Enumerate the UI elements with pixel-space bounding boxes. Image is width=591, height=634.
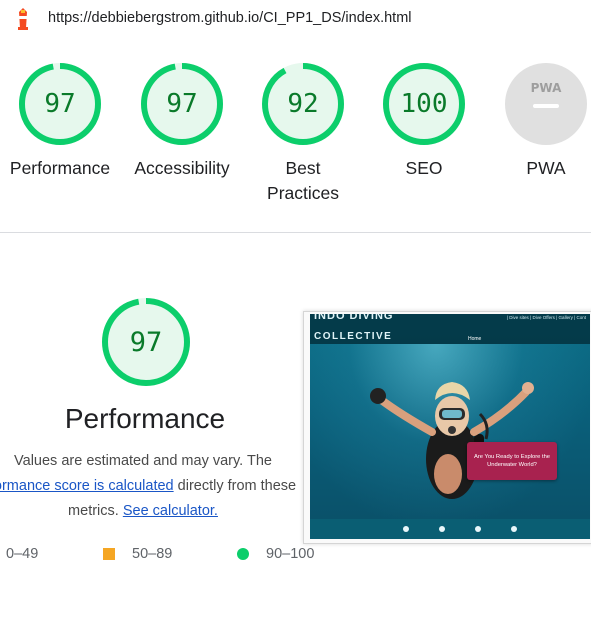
- page-url[interactable]: https://debbiebergstrom.github.io/CI_PP1…: [48, 10, 412, 26]
- pwa-gauge[interactable]: PWA: [504, 62, 588, 146]
- performance-gauge[interactable]: 97: [18, 62, 102, 146]
- section-divider: [0, 232, 591, 233]
- diver-figure: [370, 382, 534, 499]
- performance-description: Values are estimated and may vary. The f…: [0, 449, 318, 524]
- facebook-icon: [403, 526, 409, 532]
- description-line3: metrics. See calculator.: [0, 499, 318, 524]
- seo-score: 100: [400, 89, 448, 119]
- description-line3-text: metrics.: [68, 503, 123, 519]
- description-line2: formance score is calculated directly fr…: [0, 474, 318, 499]
- best-practices-label[interactable]: Best Practices: [238, 156, 368, 206]
- best-practices-gauge[interactable]: 92: [261, 62, 345, 146]
- twitter-icon: [439, 526, 445, 532]
- performance-big-gauge: 97: [101, 297, 191, 387]
- score-calculated-link[interactable]: formance score is calculated: [0, 478, 174, 494]
- accessibility-label[interactable]: Accessibility: [117, 156, 247, 181]
- youtube-icon: [475, 526, 481, 532]
- legend-average: 50–89: [103, 546, 172, 562]
- screenshot-navbar: INDO DIVING COLLECTIVE | Dive sites | Di…: [310, 314, 590, 344]
- average-square-icon: [103, 548, 115, 560]
- accessibility-score: 97: [166, 89, 198, 119]
- pwa-badge: PWA: [505, 63, 587, 145]
- screenshot-footer: [310, 519, 590, 539]
- pwa-label[interactable]: PWA: [481, 156, 591, 181]
- legend-fail: 0–49: [6, 546, 38, 562]
- screenshot-home-link: Home: [468, 336, 482, 342]
- best-practices-label-line1: Best: [285, 158, 321, 178]
- performance-label[interactable]: Performance: [0, 156, 125, 181]
- see-calculator-link[interactable]: See calculator.: [123, 503, 218, 519]
- performance-title: Performance: [64, 403, 226, 434]
- screenshot-brand-line2: COLLECTIVE: [314, 331, 393, 342]
- screenshot-cta-text: Are You Ready to Explore the Underwater …: [473, 454, 551, 468]
- best-practices-score: 92: [287, 89, 319, 119]
- legend-fail-range: 0–49: [6, 546, 39, 562]
- seo-gauge[interactable]: 100: [382, 62, 466, 146]
- pwa-badge-text: PWA: [531, 81, 562, 95]
- screenshot-nav-links: | Dive sites | Dive Offers | Gallery | C…: [506, 315, 586, 320]
- final-screenshot[interactable]: INDO DIVING COLLECTIVE | Dive sites | Di…: [303, 311, 591, 544]
- pwa-dash-icon: [533, 104, 559, 108]
- accessibility-gauge[interactable]: 97: [140, 62, 224, 146]
- pass-circle-icon: [237, 548, 249, 560]
- description-line2-text: directly from these: [173, 478, 297, 494]
- instagram-icon: [511, 526, 517, 532]
- performance-score: 97: [44, 89, 76, 119]
- screenshot-brand-line1: INDO DIVING: [314, 314, 394, 322]
- url-bar: https://debbiebergstrom.github.io/CI_PP1…: [0, 0, 591, 38]
- legend-pass: 90–100: [237, 546, 314, 562]
- legend-pass-range: 90–100: [266, 546, 315, 562]
- lighthouse-icon: [18, 8, 28, 30]
- performance-big-score: 97: [129, 326, 163, 358]
- screenshot-image: INDO DIVING COLLECTIVE | Dive sites | Di…: [310, 314, 590, 539]
- description-line1: Values are estimated and may vary. The: [14, 453, 272, 469]
- seo-label[interactable]: SEO: [359, 156, 489, 181]
- screenshot-cta-box: Are You Ready to Explore the Underwater …: [467, 442, 557, 480]
- best-practices-label-line2: Practices: [267, 183, 339, 203]
- legend-average-range: 50–89: [132, 546, 173, 562]
